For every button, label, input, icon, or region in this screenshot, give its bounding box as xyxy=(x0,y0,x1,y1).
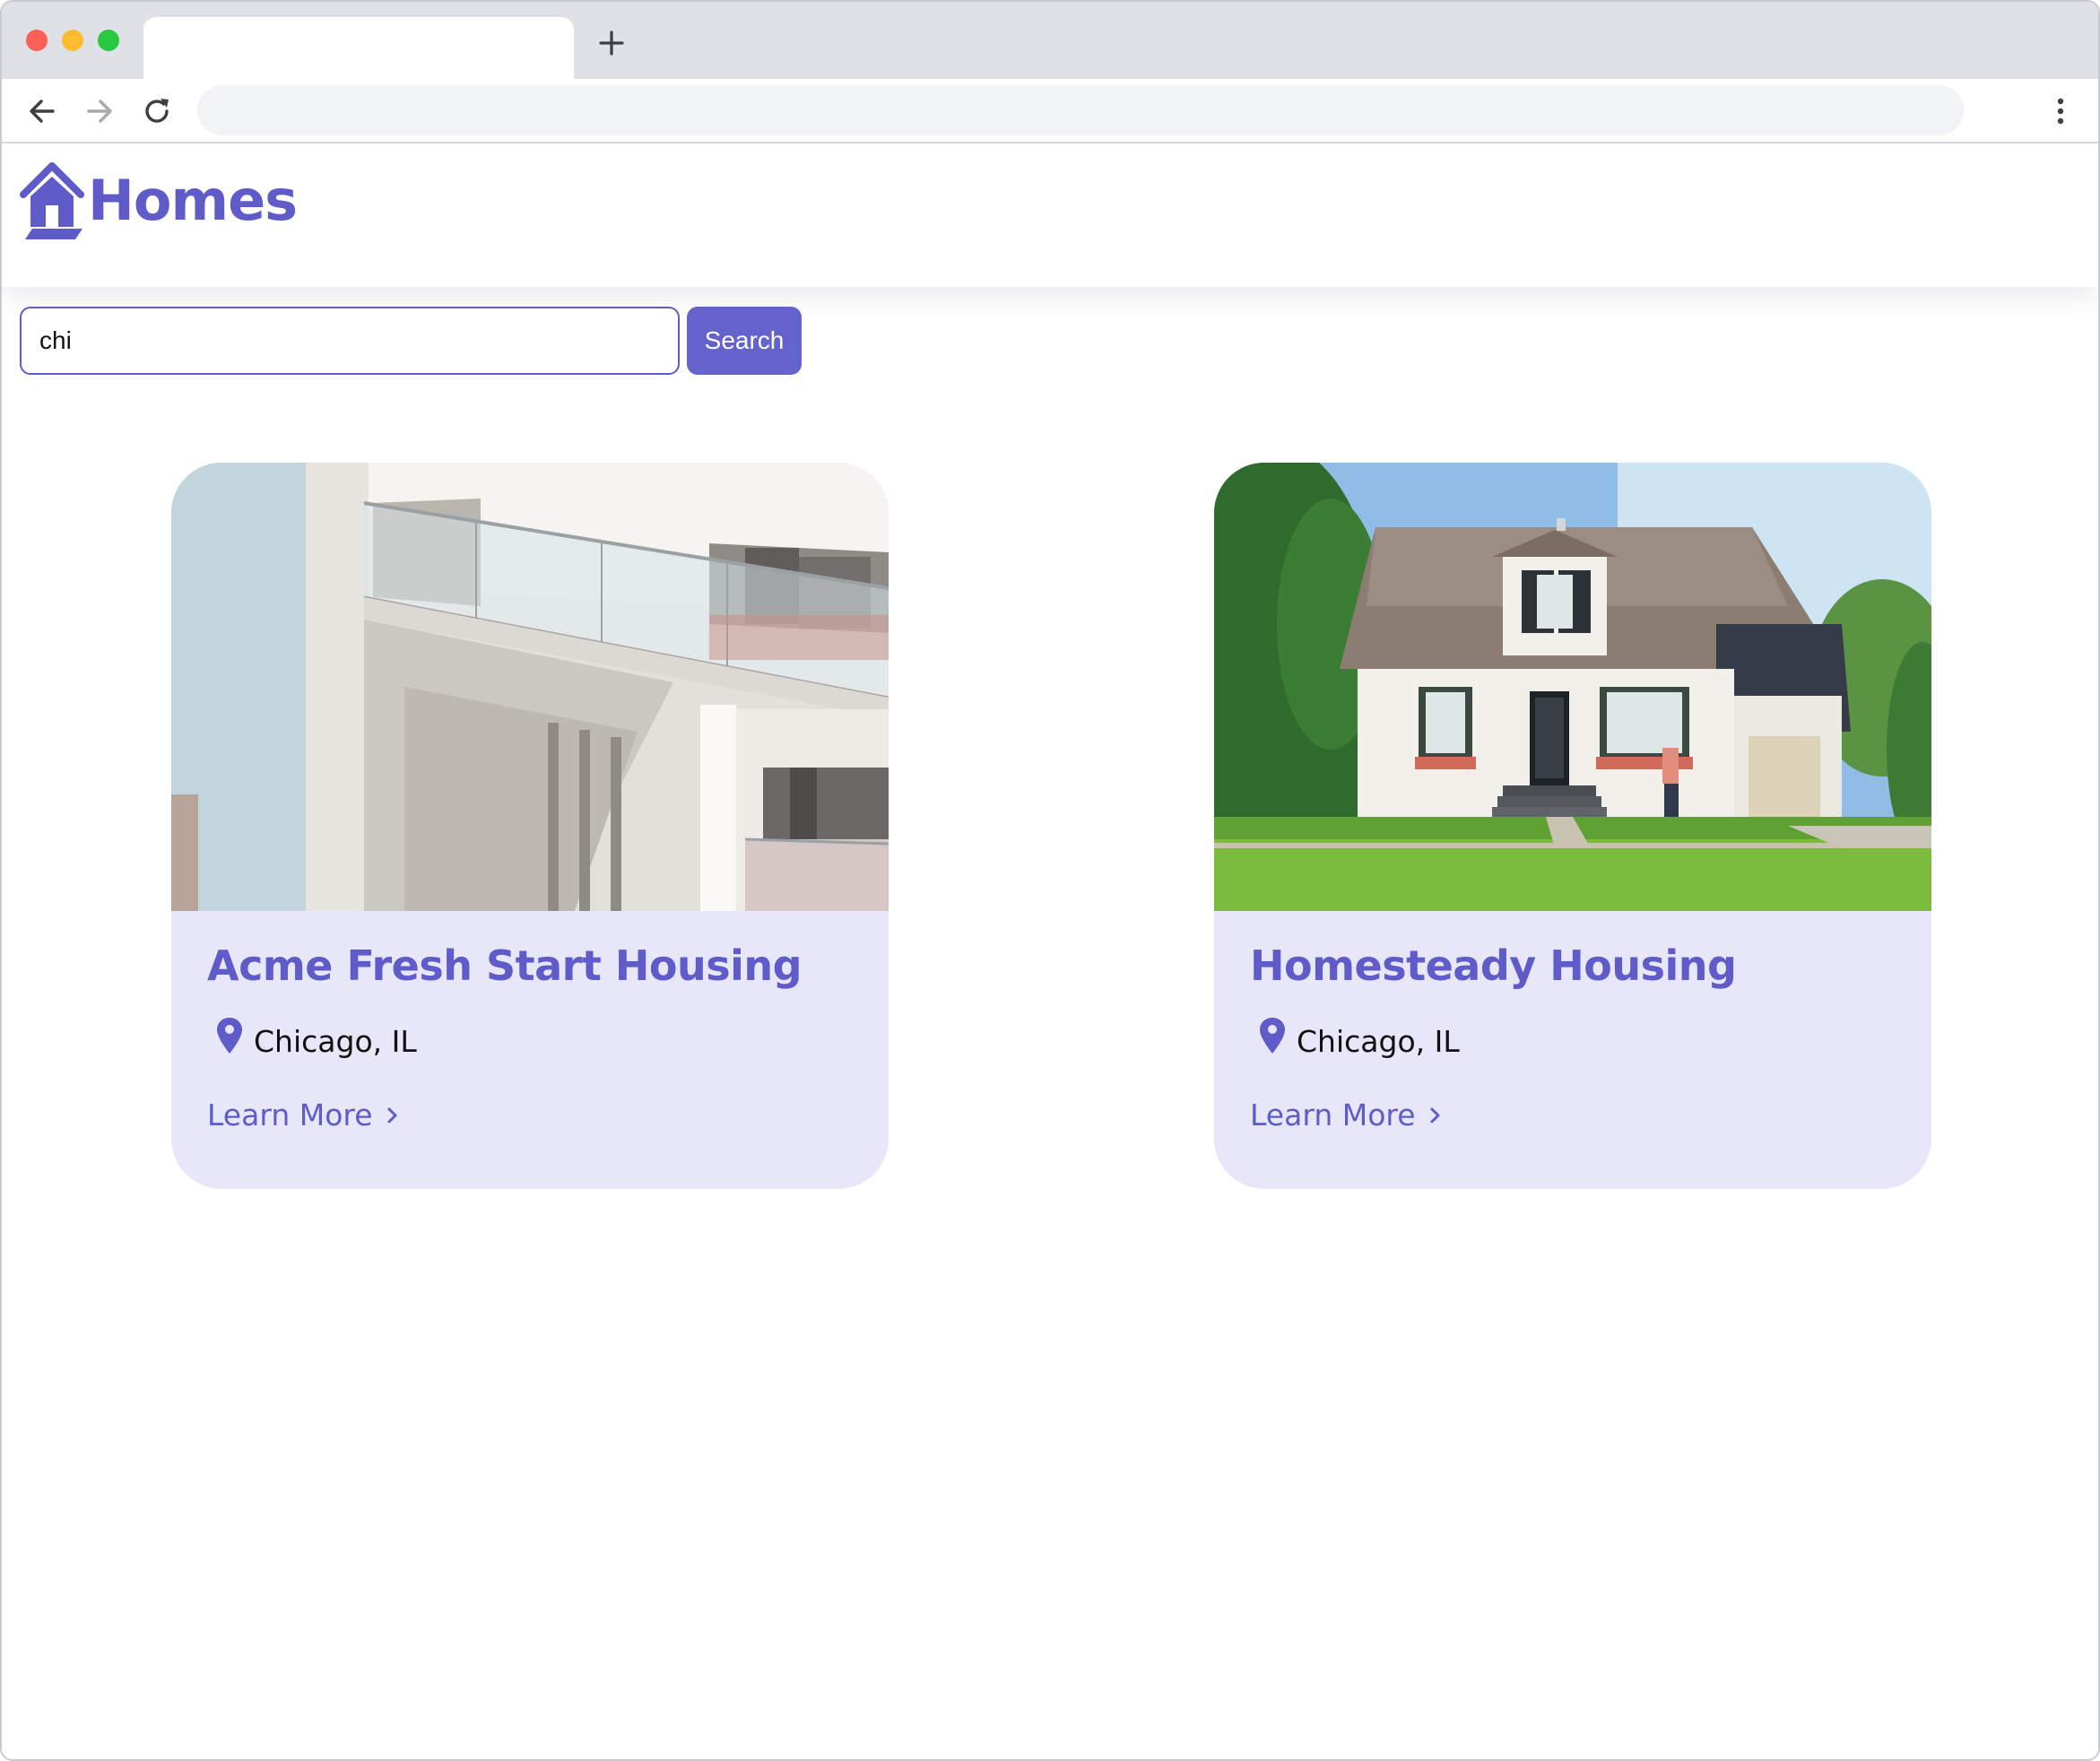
reload-button[interactable] xyxy=(139,93,175,129)
kebab-menu-icon xyxy=(2057,98,2064,125)
learn-more-label: Learn More xyxy=(207,1097,373,1132)
chevron-right-icon xyxy=(387,1107,397,1123)
forward-button[interactable] xyxy=(82,93,117,129)
house-icon xyxy=(20,162,84,239)
new-tab-button[interactable] xyxy=(595,27,628,59)
search-input[interactable] xyxy=(20,307,680,375)
arrow-left-icon xyxy=(30,100,55,123)
listing-location: Chicago, IL xyxy=(1257,1011,1460,1059)
brand-name: Homes xyxy=(88,168,298,233)
address-bar[interactable] xyxy=(197,85,1964,135)
listing-title: Acme Fresh Start Housing xyxy=(207,941,803,990)
listing-photo xyxy=(1214,463,1931,911)
plus-icon xyxy=(599,30,624,56)
search-bar: Search xyxy=(20,307,802,375)
listing-card[interactable]: Acme Fresh Start Housing Chicago, IL Lea… xyxy=(171,463,889,1189)
minimize-window-button[interactable] xyxy=(62,30,83,51)
location-text: Chicago, IL xyxy=(1297,1024,1460,1059)
map-pin-icon xyxy=(1260,1017,1285,1054)
maximize-window-button[interactable] xyxy=(98,30,119,51)
tab-strip xyxy=(2,2,2098,79)
web-page: Homes Search xyxy=(2,145,2098,1759)
listing-location: Chicago, IL xyxy=(214,1011,417,1059)
browser-window: Homes Search xyxy=(0,0,2100,1761)
listing-photo xyxy=(171,463,889,911)
site-logo[interactable]: Homes xyxy=(20,160,298,242)
back-button[interactable] xyxy=(24,93,60,129)
listing-title: Homesteady Housing xyxy=(1250,941,1737,990)
site-header: Homes xyxy=(2,145,2098,287)
learn-more-link[interactable]: Learn More xyxy=(207,1097,400,1132)
close-window-button[interactable] xyxy=(26,30,48,51)
arrow-right-icon xyxy=(87,100,112,123)
learn-more-link[interactable]: Learn More xyxy=(1250,1097,1443,1132)
browser-toolbar xyxy=(2,79,2098,143)
listing-card[interactable]: Homesteady Housing Chicago, IL Learn Mor… xyxy=(1214,463,1931,1189)
learn-more-label: Learn More xyxy=(1250,1097,1416,1132)
browser-menu-button[interactable] xyxy=(2043,93,2078,129)
browser-tab[interactable] xyxy=(143,17,574,79)
search-button[interactable]: Search xyxy=(687,307,802,375)
reload-icon xyxy=(145,99,169,123)
chevron-right-icon xyxy=(1430,1107,1440,1123)
location-text: Chicago, IL xyxy=(254,1024,417,1059)
map-pin-icon xyxy=(217,1017,242,1054)
